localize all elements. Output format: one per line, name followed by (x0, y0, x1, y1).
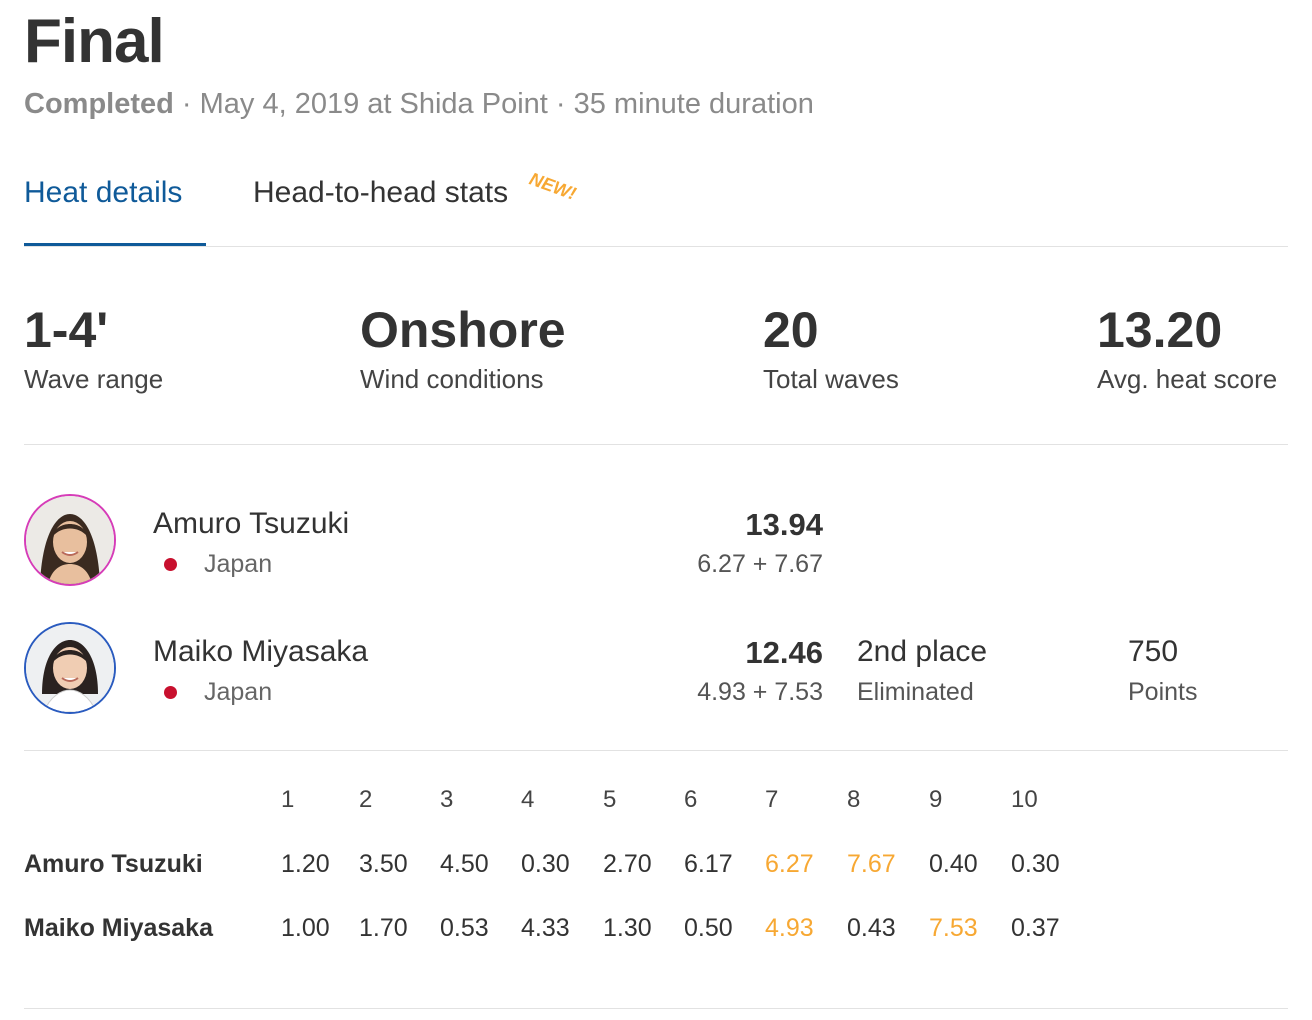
score-breakdown: 6.27 + 7.67 (697, 550, 823, 578)
athlete-name[interactable]: Amuro Tsuzuki (153, 507, 349, 541)
wave-column-header: 3 (440, 786, 454, 813)
wave-score: 6.17 (684, 850, 733, 878)
stat-total-waves: 20 Total waves (763, 300, 899, 395)
wave-score: 0.40 (929, 850, 978, 878)
stat-avg-heat-score: 13.20 Avg. heat score (1097, 300, 1277, 395)
heat-status: Completed (24, 88, 174, 120)
stat-label: Wave range (24, 364, 164, 394)
stat-label: Wind conditions (360, 364, 544, 394)
points-label: Points (1128, 678, 1198, 706)
wave-score: 0.30 (521, 850, 570, 878)
stat-value: 13.20 (1097, 302, 1223, 358)
japan-flag-icon (164, 686, 177, 699)
stat-label: Avg. heat score (1097, 364, 1278, 394)
athlete-points: 750 (1128, 635, 1179, 668)
wave-score: 1.20 (281, 850, 330, 878)
wave-column-header: 5 (603, 786, 617, 813)
wave-column-header: 1 (281, 786, 295, 813)
heat-total-score: 12.46 (745, 635, 823, 670)
athlete-avatar[interactable] (24, 622, 116, 714)
tab-head-to-head-stats[interactable]: Head-to-head stats (253, 176, 508, 210)
wave-score-counting: 7.67 (847, 850, 896, 878)
heat-title: Final (24, 7, 165, 76)
wave-score: 4.33 (521, 914, 570, 942)
heat-details: · May 4, 2019 at Shida Point · 35 minute… (181, 88, 814, 120)
stats-divider (24, 444, 1288, 445)
wave-score: 0.43 (847, 914, 896, 942)
tab-heat-details[interactable]: Heat details (24, 176, 182, 210)
athlete-country: Japan (204, 550, 273, 578)
score-breakdown: 4.93 + 7.53 (697, 678, 823, 706)
wave-column-header: 2 (359, 786, 373, 813)
athlete-name[interactable]: Maiko Miyasaka (153, 635, 368, 669)
wave-score-counting: 6.27 (765, 850, 814, 878)
new-badge: NEW! (526, 168, 579, 204)
athlete-country: Japan (204, 678, 273, 706)
wave-column-header: 6 (684, 786, 698, 813)
wave-score: 1.00 (281, 914, 330, 942)
athlete-avatar[interactable] (24, 494, 116, 586)
athlete-place: 2nd place (857, 635, 988, 668)
athletes-divider (24, 750, 1288, 751)
heat-subtitle: Completed · May 4, 2019 at Shida Point ·… (24, 88, 814, 121)
tabs-divider (24, 246, 1288, 247)
wave-row-athlete-name: Maiko Miyasaka (24, 914, 213, 942)
athlete-photo-icon (26, 496, 114, 584)
wave-score: 1.70 (359, 914, 408, 942)
wave-score-counting: 4.93 (765, 914, 814, 942)
wave-score: 0.50 (684, 914, 733, 942)
wave-score: 0.37 (1011, 914, 1060, 942)
stat-value: Onshore (360, 302, 566, 358)
wave-column-header: 8 (847, 786, 861, 813)
wave-column-header: 7 (765, 786, 779, 813)
wave-score: 4.50 (440, 850, 489, 878)
stat-wave-range: 1-4' Wave range (24, 300, 163, 395)
wave-score-counting: 7.53 (929, 914, 978, 942)
wave-score: 0.30 (1011, 850, 1060, 878)
wave-column-header: 4 (521, 786, 535, 813)
wave-row-athlete-name: Amuro Tsuzuki (24, 850, 203, 878)
wave-score: 0.53 (440, 914, 489, 942)
wave-column-header: 9 (929, 786, 943, 813)
stat-label: Total waves (763, 364, 899, 394)
wave-score: 3.50 (359, 850, 408, 878)
stat-value: 1-4' (24, 302, 109, 358)
stat-wind-conditions: Onshore Wind conditions (360, 300, 566, 395)
heat-total-score: 13.94 (745, 507, 823, 542)
wave-column-header: 10 (1011, 786, 1038, 813)
wave-score: 1.30 (603, 914, 652, 942)
wave-score: 2.70 (603, 850, 652, 878)
stat-value: 20 (763, 302, 819, 358)
athlete-photo-icon (26, 624, 114, 712)
athlete-status: Eliminated (857, 678, 974, 706)
japan-flag-icon (164, 558, 177, 571)
table-divider (24, 1008, 1288, 1009)
